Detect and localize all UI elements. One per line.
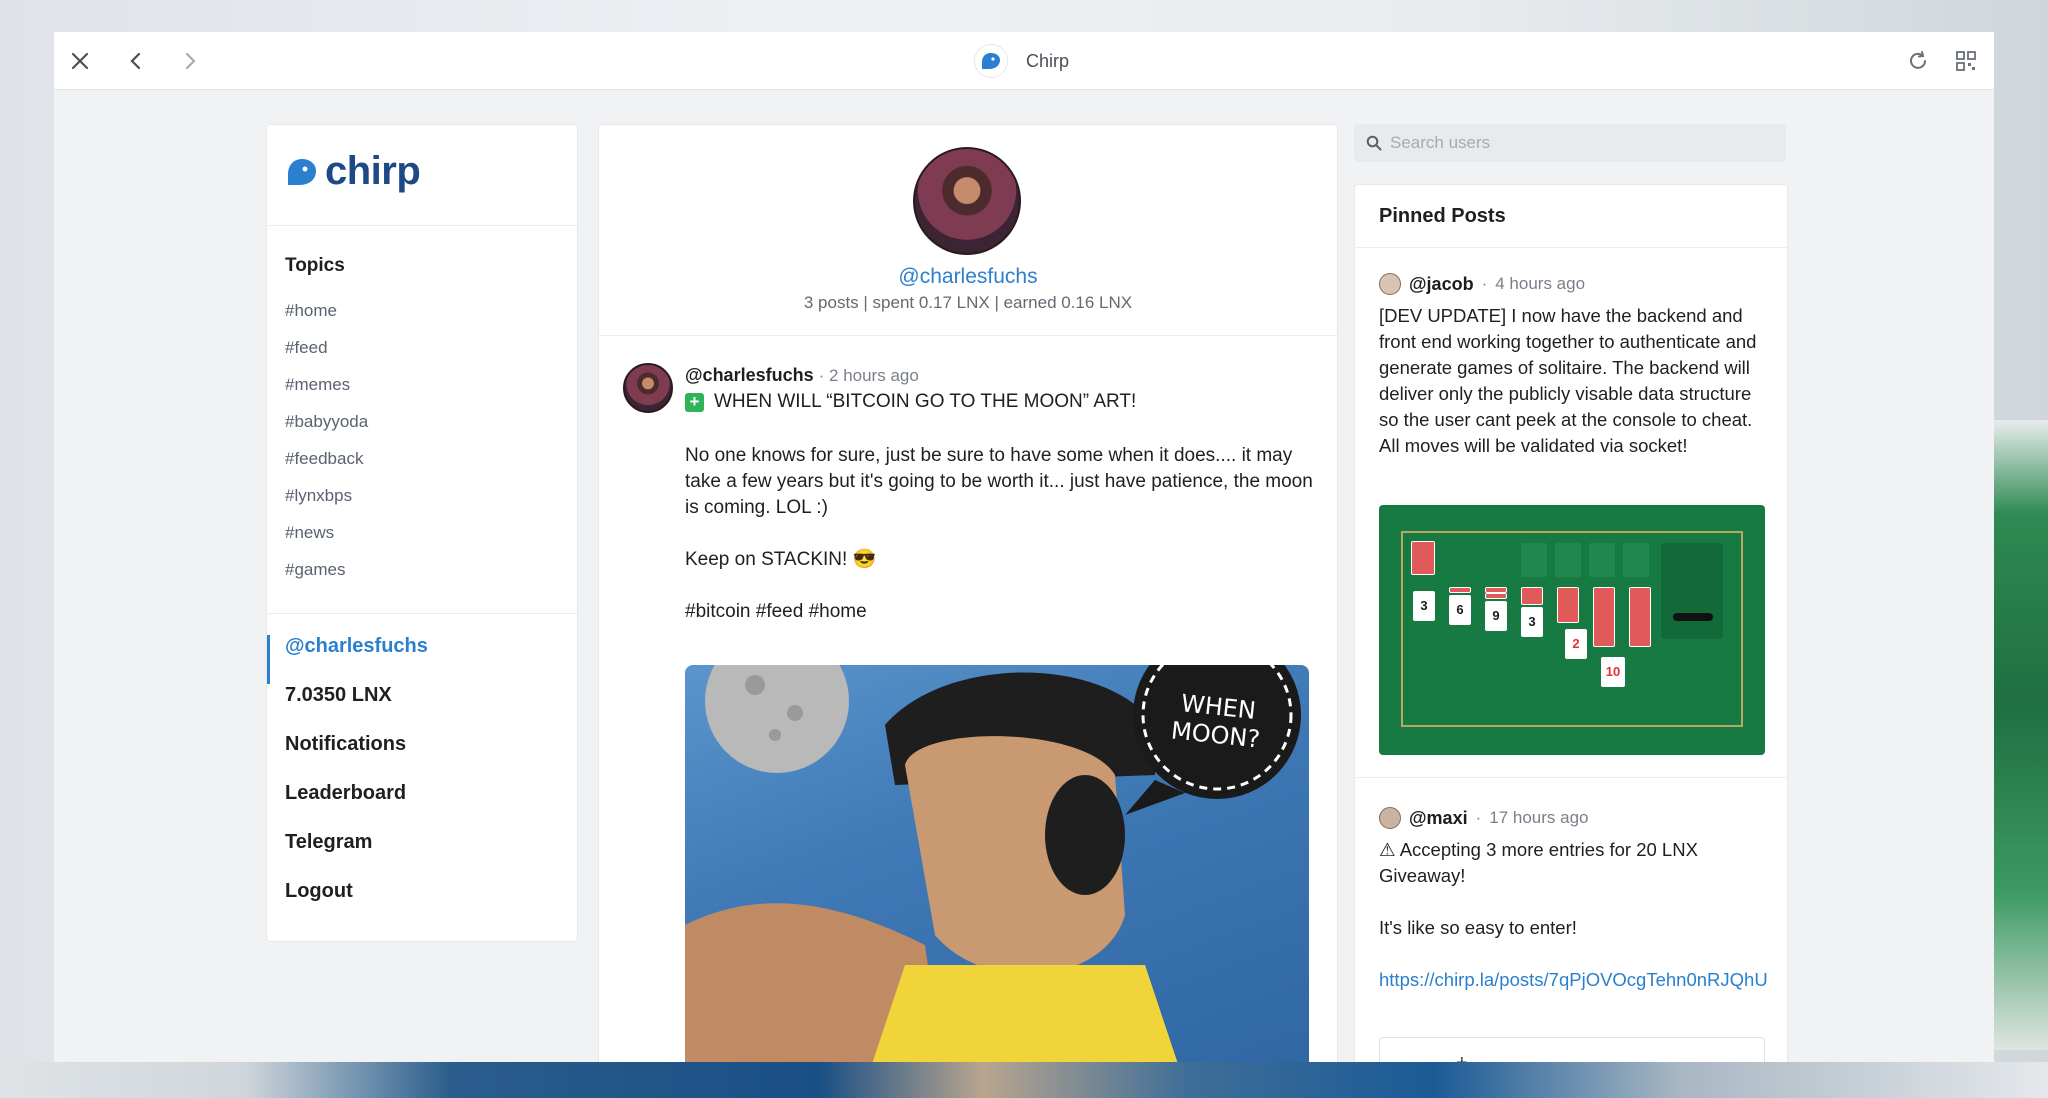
solitaire-screenshot[interactable]: 3 6 9 3 2 10 xyxy=(1379,505,1765,755)
post-paragraph: No one knows for sure, just be sure to h… xyxy=(685,445,1313,518)
menu-profile[interactable]: @charlesfuchs xyxy=(267,635,577,684)
brand-logo[interactable]: chirp xyxy=(285,149,421,194)
menu-notifications[interactable]: Notifications xyxy=(267,733,577,782)
topic-games[interactable]: #games xyxy=(285,560,368,597)
background-right xyxy=(1994,420,2048,1050)
playing-card: 9 xyxy=(1485,601,1507,631)
menu-balance[interactable]: 7.0350 LNX xyxy=(267,684,577,733)
topic-feed[interactable]: #feed xyxy=(285,338,368,375)
post-title: + WHEN WILL “BITCOIN GO TO THE MOON” ART… xyxy=(685,391,1136,413)
background-bottom xyxy=(0,1062,2048,1098)
topics-heading: Topics xyxy=(285,255,345,276)
reload-icon[interactable] xyxy=(1904,47,1932,75)
post-image[interactable]: WHEN MOON? xyxy=(685,665,1309,1062)
chirp-logo-icon xyxy=(974,44,1008,78)
window-title-group: Chirp xyxy=(974,44,1069,78)
pinned-post-author[interactable]: @jacob xyxy=(1409,274,1474,295)
pinned-divider xyxy=(1355,247,1787,248)
feed-divider xyxy=(599,335,1337,336)
left-sidebar: chirp Topics #home #feed #memes #babyyod… xyxy=(266,124,578,942)
topic-babyyoda[interactable]: #babyyoda xyxy=(285,412,368,449)
plus-badge-icon: + xyxy=(685,392,704,412)
post-author-avatar[interactable] xyxy=(623,363,673,413)
profile-stats: 3 posts | spent 0.17 LNX | earned 0.16 L… xyxy=(803,293,1133,312)
profile-feed: @charlesfuchs 3 posts | spent 0.17 LNX |… xyxy=(598,124,1338,1062)
window-topbar: Chirp xyxy=(54,32,1994,90)
pinned-post-header: @jacob · 4 hours ago xyxy=(1379,273,1585,295)
menu-logout[interactable]: Logout xyxy=(267,880,577,929)
profile-avatar[interactable] xyxy=(913,147,1021,255)
close-icon[interactable] xyxy=(66,47,94,75)
foundation-slot xyxy=(1589,543,1615,577)
foundation-slot xyxy=(1623,543,1649,577)
playing-card: 6 xyxy=(1449,595,1471,625)
post-header: @charlesfuchs · 2 hours ago xyxy=(685,365,919,385)
menu-leaderboard[interactable]: Leaderboard xyxy=(267,782,577,831)
pinned-posts-heading: Pinned Posts xyxy=(1379,205,1506,227)
pinned-post-line: It's like so easy to enter! xyxy=(1379,917,1577,938)
playing-card: 3 xyxy=(1413,591,1435,621)
pinned-post-text: [DEV UPDATE] I now have the backend and … xyxy=(1379,305,1757,456)
playing-card: 3 xyxy=(1521,607,1543,637)
topic-lynxbps[interactable]: #lynxbps xyxy=(285,486,368,523)
pinned-post-time: 4 hours ago xyxy=(1495,274,1586,293)
pinned-posts-panel: Pinned Posts @jacob · 4 hours ago [DEV U… xyxy=(1354,184,1788,1062)
topic-memes[interactable]: #memes xyxy=(285,375,368,412)
topic-feedback[interactable]: #feedback xyxy=(285,449,368,486)
profile-handle[interactable]: @charlesfuchs xyxy=(599,265,1337,289)
pinned-post-link[interactable]: https://chirp.la/posts/7qPjOVOcgTehn0nRJ… xyxy=(1379,967,1769,993)
playing-card: 10 xyxy=(1601,657,1625,687)
chirp-bird-icon xyxy=(288,158,316,185)
search-bar xyxy=(1354,124,1786,162)
card-back xyxy=(1411,541,1435,575)
post-time: 2 hours ago xyxy=(829,366,919,385)
menu-telegram[interactable]: Telegram xyxy=(267,831,577,880)
back-icon[interactable] xyxy=(122,47,150,75)
pinned-post-header: @maxi · 17 hours ago xyxy=(1379,807,1589,829)
brand-name: chirp xyxy=(325,149,421,193)
search-icon xyxy=(1366,135,1382,151)
avatar[interactable] xyxy=(1379,807,1401,829)
post-hashtags: #bitcoin #feed #home xyxy=(685,601,867,622)
topic-home[interactable]: #home xyxy=(285,301,368,338)
sidebar-divider xyxy=(267,225,577,226)
qr-code-icon[interactable] xyxy=(1952,47,1980,75)
pinned-post-time: 17 hours ago xyxy=(1489,808,1589,827)
topic-news[interactable]: #news xyxy=(285,523,368,560)
sidebar-divider xyxy=(267,613,577,614)
post-body: No one knows for sure, just be sure to h… xyxy=(685,443,1321,651)
sidebar-menu: @charlesfuchs 7.0350 LNX Notifications L… xyxy=(267,635,577,929)
post-title-text: WHEN WILL “BITCOIN GO TO THE MOON” ART! xyxy=(714,391,1137,412)
pinned-post-author[interactable]: @maxi xyxy=(1409,808,1468,829)
foundation-slot xyxy=(1521,543,1547,577)
pinned-divider xyxy=(1355,777,1787,778)
pinned-post-line: ⚠ Accepting 3 more entries for 20 LNX Gi… xyxy=(1379,839,1698,886)
topics-list: #home #feed #memes #babyyoda #feedback #… xyxy=(285,301,368,597)
pinned-post-text: ⚠ Accepting 3 more entries for 20 LNX Gi… xyxy=(1379,837,1769,993)
forward-icon[interactable] xyxy=(176,47,204,75)
post-author[interactable]: @charlesfuchs xyxy=(685,365,814,385)
solitaire-board: 3 6 9 3 2 10 xyxy=(1401,531,1743,727)
search-users-input[interactable] xyxy=(1390,133,1750,153)
foundation-slot xyxy=(1555,543,1581,577)
avatar[interactable] xyxy=(1379,273,1401,295)
add-button[interactable]: + xyxy=(1379,1037,1765,1062)
window-title: Chirp xyxy=(1026,50,1070,71)
app-window: Chirp chirp Topics #home #feed #memes #b… xyxy=(54,32,1994,1062)
playing-card: 2 xyxy=(1565,629,1587,659)
score-panel xyxy=(1661,543,1723,639)
post-paragraph: Keep on STACKIN! 😎 xyxy=(685,549,877,570)
